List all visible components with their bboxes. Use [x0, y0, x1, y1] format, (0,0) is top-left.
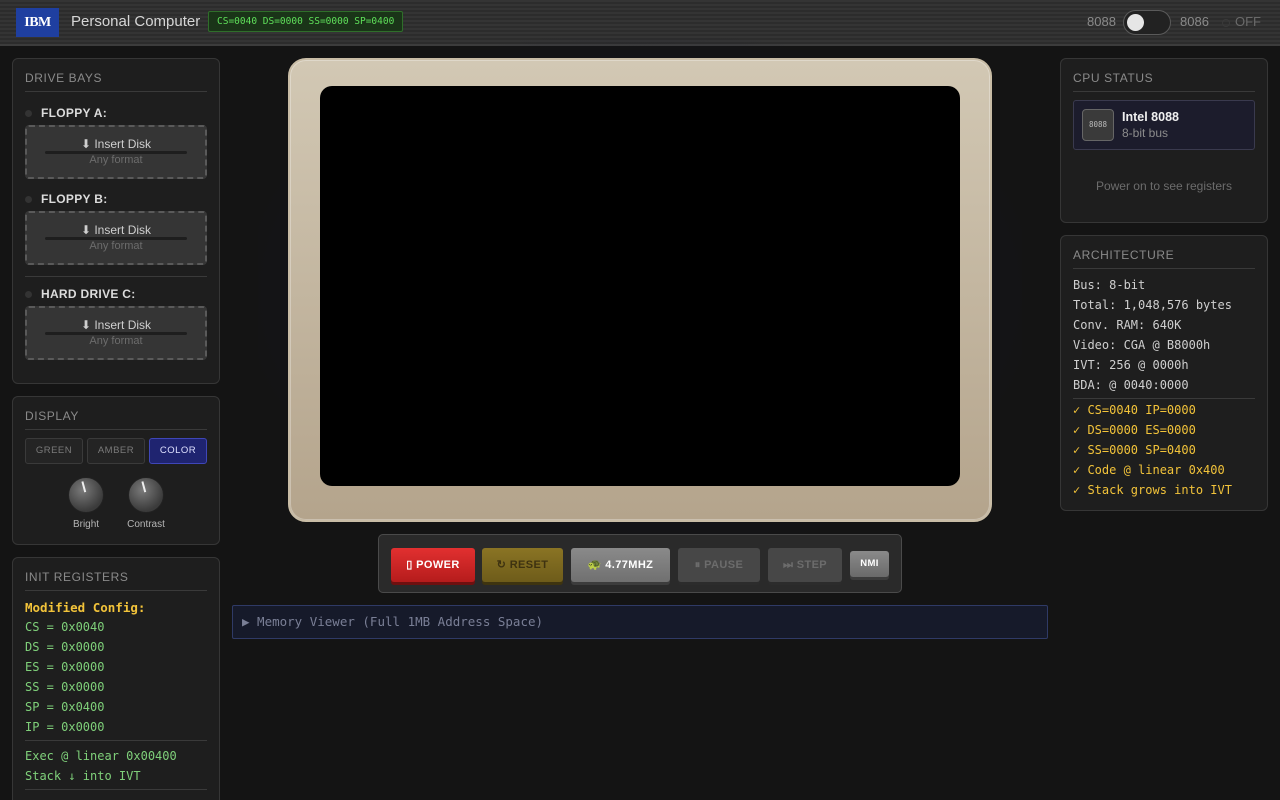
hard-drive-c-label: HARD DRIVE C: — [25, 287, 136, 301]
crt-screen[interactable] — [320, 86, 960, 486]
architecture-panel: ARCHITECTURE Bus: 8-bit Total: 1,048,576… — [1060, 235, 1268, 511]
panel-title: DISPLAY — [25, 409, 207, 430]
register-line: SS = 0x0000 — [25, 680, 105, 694]
memory-viewer-toggle[interactable]: ▶ Memory Viewer (Full 1MB Address Space) — [232, 605, 1048, 639]
floppy-b-slot[interactable]: ⬇ Insert Disk Any format — [25, 211, 207, 265]
cpu-status-panel: CPU STATUS 8088 Intel 8088 8-bit bus Pow… — [1060, 58, 1268, 223]
floppy-a-label: FLOPPY A: — [25, 106, 107, 120]
contrast-label: Contrast — [127, 519, 165, 530]
insert-disk-label: ⬇ Insert Disk — [80, 223, 152, 237]
toggle-knob — [1127, 14, 1144, 31]
power-button[interactable]: ▯ POWER — [391, 548, 475, 582]
control-bar: ▯ POWER ↻ RESET 🐢 4.77MHZ ⏸ PAUSE ⏭ STEP… — [378, 534, 902, 593]
drive-label-text: HARD DRIVE C: — [41, 287, 136, 301]
divider — [25, 789, 207, 790]
register-line: CS = 0x0040 — [25, 620, 105, 634]
power-led-icon — [1222, 18, 1230, 27]
drive-label-text: FLOPPY B: — [41, 192, 108, 206]
contrast-knob[interactable] — [128, 477, 164, 513]
arch-check: ✓ SS=0000 SP=0400 — [1073, 443, 1196, 457]
mode-amber-button[interactable]: AMBER — [87, 438, 145, 464]
format-hint: Any format — [89, 335, 143, 347]
knob-indicator — [81, 481, 87, 493]
mode-green-button[interactable]: GREEN — [25, 438, 83, 464]
arch-line: BDA: @ 0040:0000 — [1073, 378, 1189, 392]
floppy-b-label: FLOPPY B: — [25, 192, 108, 206]
modified-config-heading: Modified Config: — [25, 600, 146, 615]
arch-check: ✓ DS=0000 ES=0000 — [1073, 423, 1196, 437]
panel-title: INIT REGISTERS — [25, 570, 207, 591]
display-panel: DISPLAY GREEN AMBER COLOR Bright Contras… — [12, 396, 220, 545]
arch-line: Conv. RAM: 640K — [1073, 318, 1182, 332]
nmi-button[interactable]: NMI — [850, 551, 889, 577]
insert-disk-label: ⬇ Insert Disk — [80, 137, 152, 151]
cpu-8088-label: 8088 — [1087, 14, 1116, 29]
format-hint: Any format — [89, 154, 143, 166]
cpu-toggle[interactable] — [1123, 10, 1171, 35]
mode-color-button[interactable]: COLOR — [149, 438, 207, 464]
arch-check: ✓ Stack grows into IVT — [1073, 483, 1232, 497]
floppy-a-slot[interactable]: ⬇ Insert Disk Any format — [25, 125, 207, 179]
exec-note: Exec @ linear 0x00400 — [25, 749, 177, 763]
cpu-8086-label: 8086 — [1180, 14, 1209, 29]
brightness-label: Bright — [72, 519, 100, 530]
init-registers-panel: INIT REGISTERS Modified Config: CS = 0x0… — [12, 557, 220, 800]
ibm-logo: IBM — [16, 8, 59, 37]
divider — [1073, 398, 1255, 399]
register-line: SP = 0x0400 — [25, 700, 105, 714]
arch-line: IVT: 256 @ 0000h — [1073, 358, 1189, 372]
insert-disk-label: ⬇ Insert Disk — [80, 318, 152, 332]
cpu-chip-icon: 8088 — [1082, 109, 1114, 141]
power-indicator: OFF — [1222, 14, 1261, 29]
arch-line: Bus: 8-bit — [1073, 278, 1146, 292]
register-line: ES = 0x0000 — [25, 660, 105, 674]
registers-badge: CS=0040 DS=0000 SS=0000 SP=0400 — [208, 11, 404, 32]
drive-bays-panel: DRIVE BAYS FLOPPY A: ⬇ Insert Disk Any f… — [12, 58, 220, 384]
register-line: DS = 0x0000 — [25, 640, 105, 654]
drive-led-icon — [25, 110, 32, 118]
format-hint: Any format — [89, 240, 143, 252]
knob-indicator — [141, 481, 147, 493]
divider — [25, 740, 207, 741]
crt-monitor — [288, 58, 992, 522]
panel-title: DRIVE BAYS — [25, 71, 207, 92]
brightness-knob[interactable] — [68, 477, 104, 513]
panel-title: CPU STATUS — [1073, 71, 1255, 92]
stack-note: Stack ↓ into IVT — [25, 769, 141, 783]
drive-label-text: FLOPPY A: — [41, 106, 108, 120]
cpu-card: 8088 Intel 8088 8-bit bus — [1073, 100, 1255, 150]
reset-button[interactable]: ↻ RESET — [482, 548, 563, 582]
arch-line: Total: 1,048,576 bytes — [1073, 298, 1232, 312]
registers-hint: Power on to see registers — [1095, 179, 1233, 193]
divider — [25, 276, 207, 277]
arch-line: Video: CGA @ B8000h — [1073, 338, 1211, 352]
app-title: Personal Computer — [71, 13, 201, 30]
arch-check: ✓ Code @ linear 0x400 — [1073, 463, 1225, 477]
power-state-text: OFF — [1235, 14, 1261, 29]
step-button[interactable]: ⏭ STEP — [768, 548, 842, 582]
drive-led-icon — [25, 291, 32, 299]
speed-button[interactable]: 🐢 4.77MHZ — [571, 548, 670, 582]
drive-led-icon — [25, 196, 32, 204]
hard-drive-c-slot[interactable]: ⬇ Insert Disk Any format — [25, 306, 207, 360]
cpu-bus: 8-bit bus — [1122, 126, 1169, 140]
pause-button[interactable]: ⏸ PAUSE — [678, 548, 760, 582]
register-line: IP = 0x0000 — [25, 720, 105, 734]
panel-title: ARCHITECTURE — [1073, 248, 1255, 269]
arch-check: ✓ CS=0040 IP=0000 — [1073, 403, 1196, 417]
cpu-name: Intel 8088 — [1122, 110, 1179, 124]
